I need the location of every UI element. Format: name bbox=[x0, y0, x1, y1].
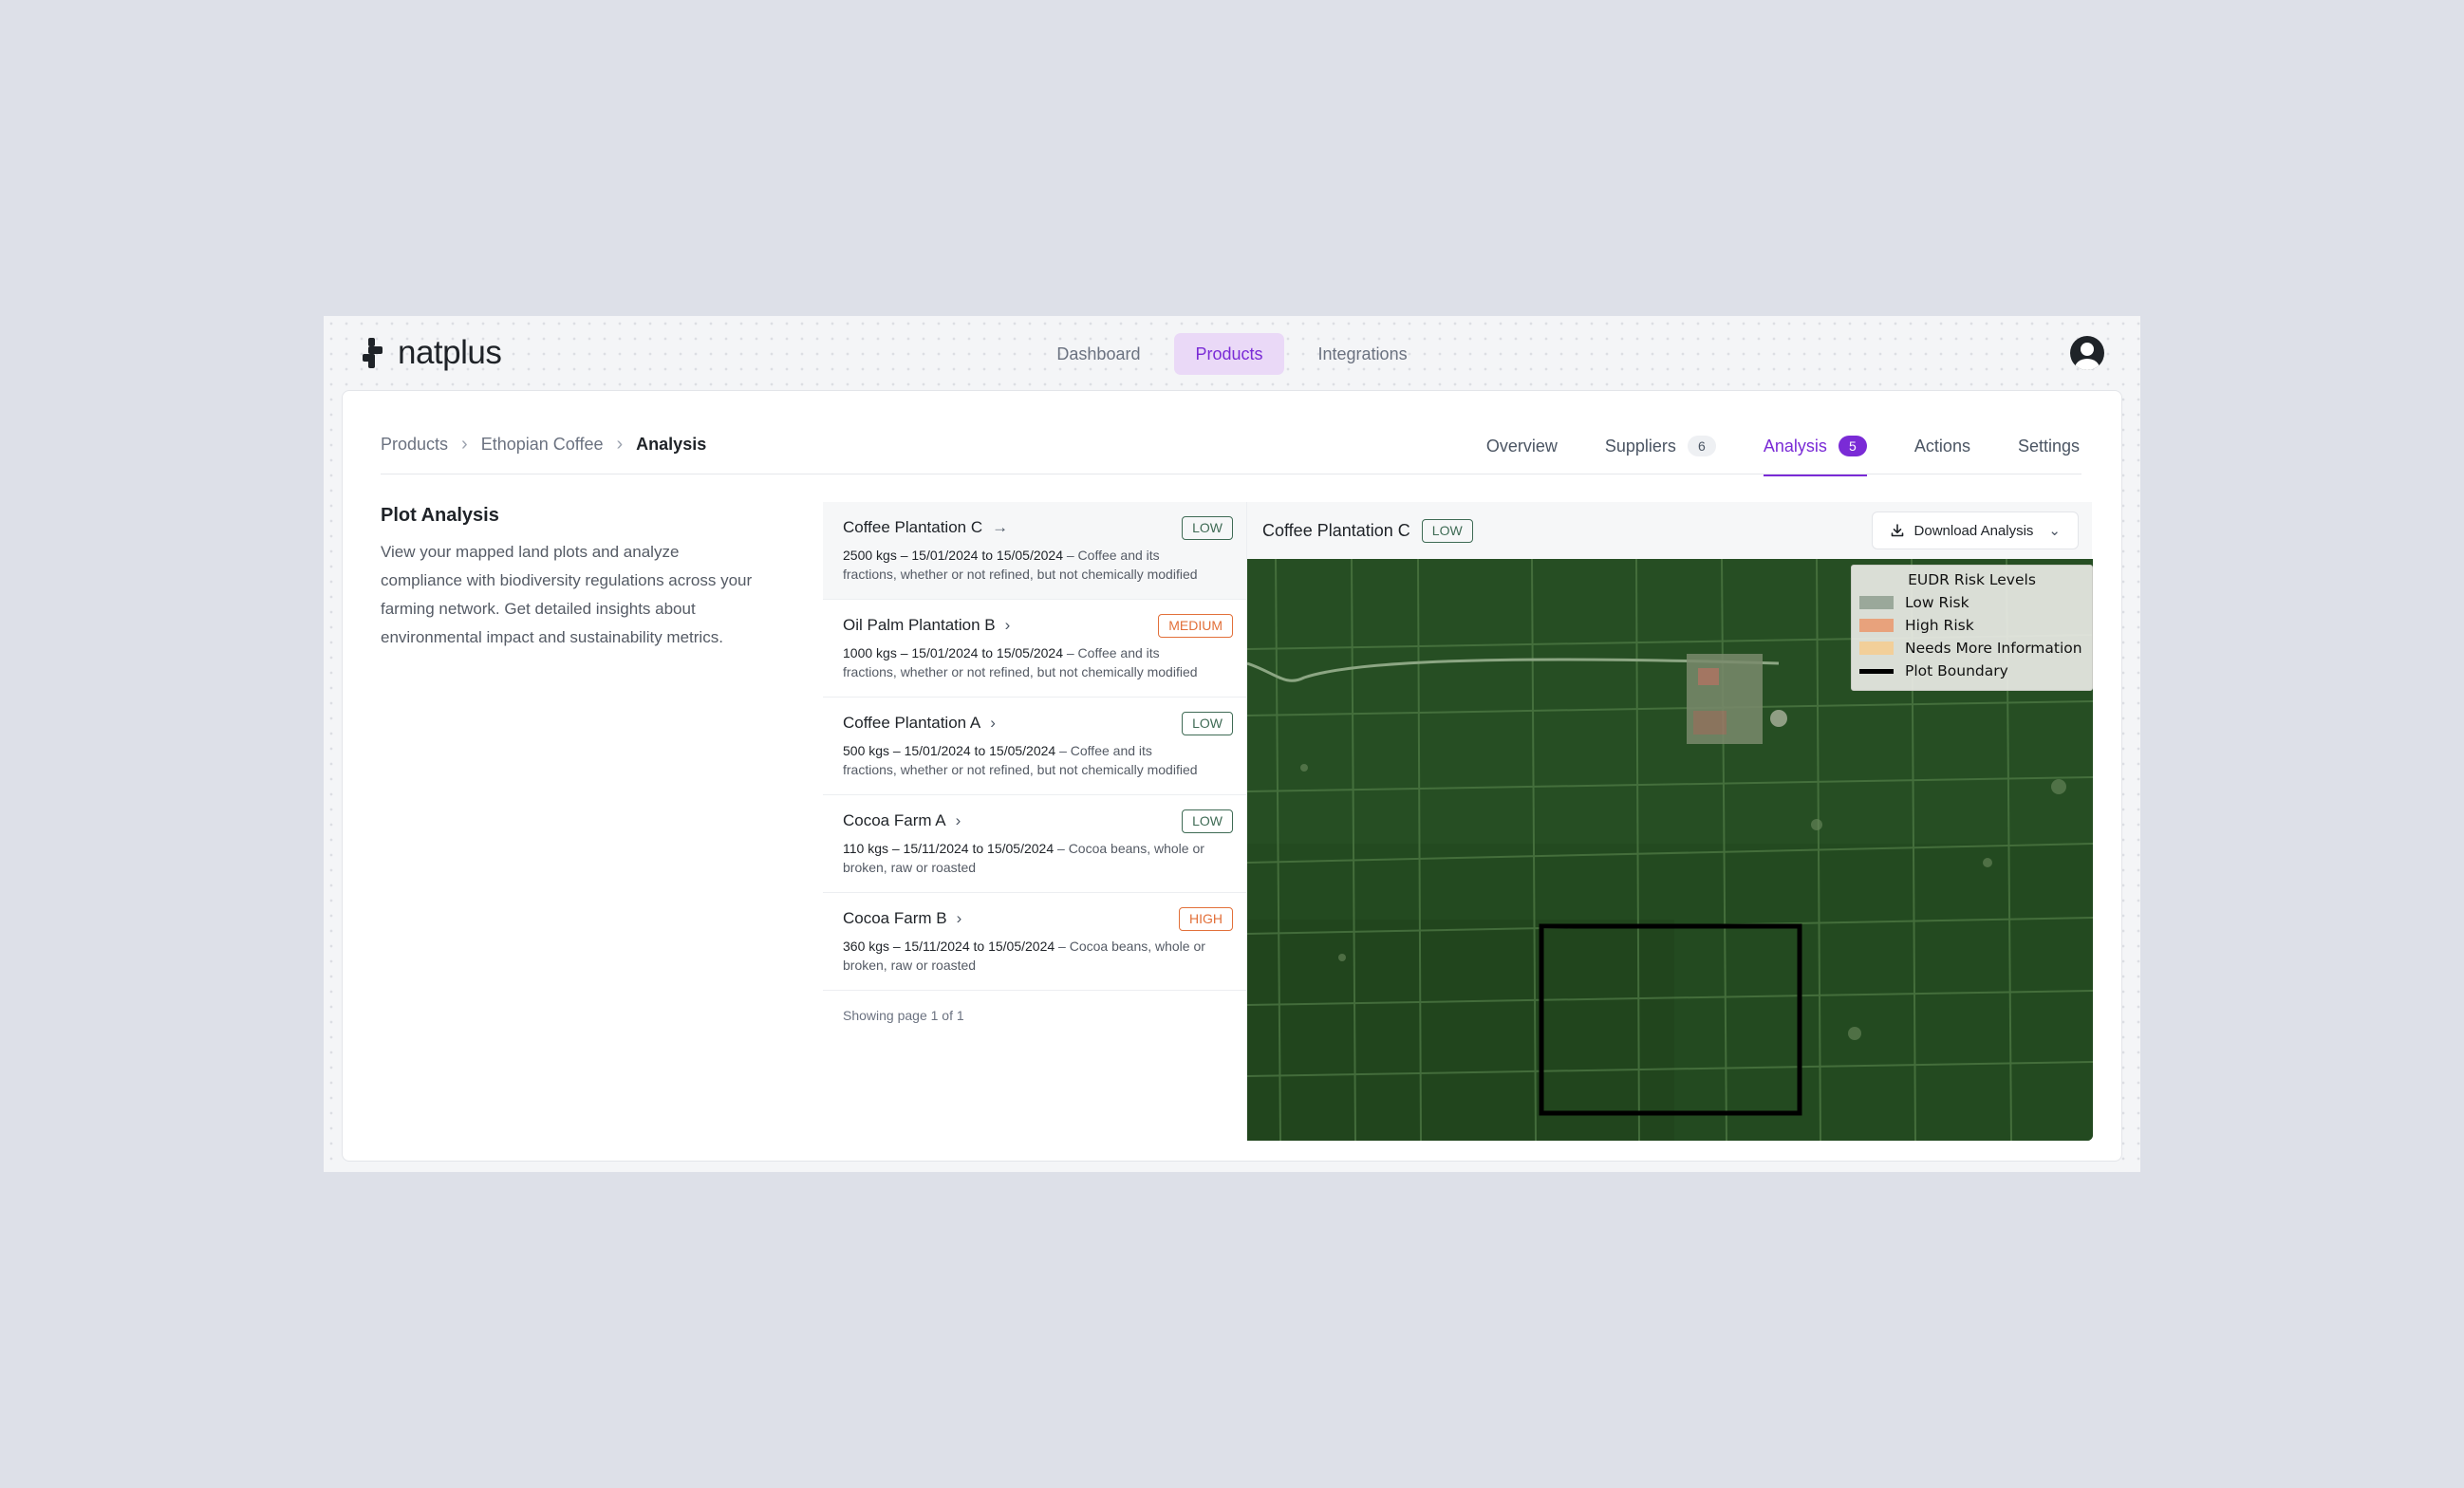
tab-label: Suppliers bbox=[1604, 436, 1676, 456]
legend-item-boundary: Plot Boundary bbox=[1859, 660, 2084, 682]
plot-item[interactable]: Cocoa Farm A › 110 kgs – 15/11/2024 to 15… bbox=[823, 795, 1246, 893]
plot-description: 360 kgs – 15/11/2024 to 15/05/2024 – Coc… bbox=[843, 937, 1208, 975]
satellite-map[interactable]: EUDR Risk Levels Low Risk High Risk Need… bbox=[1247, 559, 2093, 1141]
risk-badge: LOW bbox=[1182, 712, 1233, 735]
plot-item[interactable]: Cocoa Farm B › 360 kgs – 15/11/2024 to 15… bbox=[823, 893, 1246, 991]
legend-title: EUDR Risk Levels bbox=[1908, 571, 2036, 588]
plot-summary: 1000 kgs – 15/01/2024 to 15/05/2024 bbox=[843, 645, 1063, 660]
download-label: Download Analysis bbox=[1913, 522, 2034, 539]
legend-swatch bbox=[1859, 596, 1894, 609]
plot-description: 110 kgs – 15/11/2024 to 15/05/2024 – Coc… bbox=[843, 839, 1208, 877]
plot-list: Coffee Plantation C → 2500 kgs – 15/01/20… bbox=[823, 502, 1246, 1023]
legend-label: Plot Boundary bbox=[1905, 662, 2008, 679]
risk-badge: LOW bbox=[1421, 519, 1473, 543]
map-legend: EUDR Risk Levels Low Risk High Risk Need… bbox=[1851, 565, 2093, 691]
chevron-right-icon: › bbox=[955, 811, 961, 829]
tab-settings[interactable]: Settings bbox=[2018, 434, 2080, 458]
download-icon bbox=[1891, 524, 1903, 537]
plot-analysis-intro: Plot Analysis View your mapped land plot… bbox=[381, 505, 760, 652]
chevron-right-icon: › bbox=[461, 434, 468, 455]
count-badge: 6 bbox=[1687, 436, 1716, 456]
breadcrumb-products[interactable]: Products bbox=[381, 435, 448, 455]
detail-header: Coffee Plantation C LOW Download Analysi… bbox=[1247, 502, 2092, 559]
user-avatar-icon[interactable] bbox=[2070, 336, 2104, 370]
risk-badge: LOW bbox=[1182, 516, 1233, 540]
chevron-right-icon: → bbox=[992, 518, 1009, 536]
plot-detail-panel: Coffee Plantation C LOW Download Analysi… bbox=[1246, 502, 2093, 1141]
detail-title: Coffee Plantation C bbox=[1262, 521, 1410, 540]
chevron-right-icon: › bbox=[616, 434, 624, 455]
plot-name: Oil Palm Plantation B bbox=[843, 616, 996, 634]
risk-badge: MEDIUM bbox=[1158, 614, 1233, 638]
section-title: Plot Analysis bbox=[381, 505, 499, 526]
chevron-right-icon: › bbox=[956, 909, 962, 927]
plot-name: Cocoa Farm B bbox=[843, 909, 947, 927]
legend-label: High Risk bbox=[1905, 617, 1974, 634]
plot-description: 1000 kgs – 15/01/2024 to 15/05/2024 – Co… bbox=[843, 643, 1208, 681]
chevron-right-icon: › bbox=[990, 714, 996, 732]
pagination-text: Showing page 1 of 1 bbox=[843, 1008, 964, 1023]
chevron-down-icon: ⌄ bbox=[2048, 523, 2061, 539]
plot-item[interactable]: Oil Palm Plantation B › 1000 kgs – 15/01/… bbox=[823, 600, 1246, 698]
breadcrumb: Products › Ethopian Coffee › Analysis bbox=[381, 434, 706, 456]
legend-swatch bbox=[1859, 668, 1894, 674]
tab-label: Actions bbox=[1913, 436, 1970, 456]
risk-badge: LOW bbox=[1182, 809, 1233, 833]
tab-actions[interactable]: Actions bbox=[1914, 434, 1970, 458]
tab-bar: Overview Suppliers 6 Analysis 5 Actions … bbox=[1486, 434, 2080, 476]
plot-summary: 360 kgs – 15/11/2024 to 15/05/2024 bbox=[843, 939, 1055, 954]
tab-label: Overview bbox=[1485, 436, 1558, 456]
section-description: View your mapped land plots and analyze … bbox=[381, 543, 753, 646]
plot-name: Coffee Plantation A bbox=[843, 714, 981, 732]
plot-summary: 2500 kgs – 15/01/2024 to 15/05/2024 bbox=[843, 548, 1063, 563]
risk-badge: HIGH bbox=[1179, 907, 1233, 931]
tab-label: Analysis bbox=[1763, 436, 1827, 456]
legend-swatch bbox=[1859, 642, 1894, 655]
plot-description: 500 kgs – 15/01/2024 to 15/05/2024 – Cof… bbox=[843, 741, 1208, 779]
top-bar: natplus Dashboard Products Integrations bbox=[324, 316, 2140, 390]
nav-products[interactable]: Products bbox=[1174, 333, 1284, 375]
plot-item[interactable]: Coffee Plantation C → 2500 kgs – 15/01/20… bbox=[823, 502, 1246, 600]
count-badge: 5 bbox=[1838, 436, 1867, 456]
tab-overview[interactable]: Overview bbox=[1486, 434, 1558, 458]
plot-summary: 110 kgs – 15/11/2024 to 15/05/2024 bbox=[843, 841, 1055, 856]
content-card: Products › Ethopian Coffee › Analysis Ov… bbox=[342, 390, 2122, 1162]
legend-item-low: Low Risk bbox=[1859, 591, 2084, 614]
tab-suppliers[interactable]: Suppliers 6 bbox=[1605, 434, 1716, 458]
chevron-right-icon: › bbox=[1004, 616, 1011, 634]
legend-label: Needs More Information bbox=[1905, 640, 2082, 657]
plot-summary: 500 kgs – 15/01/2024 to 15/05/2024 bbox=[843, 743, 1056, 758]
main-nav: Dashboard Products Integrations bbox=[324, 333, 2140, 375]
legend-label: Low Risk bbox=[1905, 594, 1969, 611]
nav-integrations[interactable]: Integrations bbox=[1297, 333, 1428, 375]
app-window: natplus Dashboard Products Integrations … bbox=[324, 316, 2140, 1172]
legend-item-needs-info: Needs More Information bbox=[1859, 637, 2084, 660]
tab-analysis[interactable]: Analysis 5 bbox=[1763, 434, 1867, 476]
breadcrumb-current: Analysis bbox=[636, 435, 707, 454]
plot-item[interactable]: Coffee Plantation A › 500 kgs – 15/01/202… bbox=[823, 698, 1246, 795]
legend-swatch bbox=[1859, 619, 1894, 632]
tab-label: Settings bbox=[2017, 436, 2080, 456]
breadcrumb-product[interactable]: Ethopian Coffee bbox=[481, 435, 604, 455]
legend-item-high: High Risk bbox=[1859, 614, 2084, 637]
plot-name: Coffee Plantation C bbox=[843, 518, 983, 536]
nav-dashboard[interactable]: Dashboard bbox=[1036, 333, 1161, 375]
plot-description: 2500 kgs – 15/01/2024 to 15/05/2024 – Co… bbox=[843, 546, 1208, 584]
download-analysis-button[interactable]: Download Analysis ⌄ bbox=[1871, 512, 2079, 549]
plot-name: Cocoa Farm A bbox=[843, 811, 946, 829]
